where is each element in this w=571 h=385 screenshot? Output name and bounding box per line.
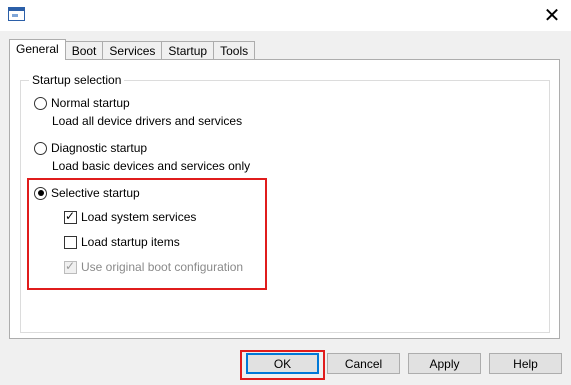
general-tab-panel: Startup selection Normal startup Load al… (9, 59, 560, 339)
checkbox-icon[interactable] (64, 235, 77, 249)
tab-general[interactable]: General (9, 39, 66, 60)
title-bar: ✕ (0, 0, 571, 31)
checkbox-label: Load startup items (81, 235, 180, 249)
normal-startup-desc: Load all device drivers and services (52, 114, 243, 128)
tab-boot[interactable]: Boot (64, 41, 104, 60)
dialog-footer: OK Cancel Apply Help (0, 345, 571, 385)
radio-icon[interactable] (34, 186, 47, 200)
startup-selection-group: Startup selection Normal startup Load al… (20, 73, 550, 333)
radio-icon[interactable] (34, 141, 47, 155)
close-button[interactable]: ✕ (541, 5, 563, 27)
tab-strip: General Boot Services Startup Tools (9, 39, 256, 60)
cancel-button[interactable]: Cancel (327, 353, 400, 374)
radio-label: Selective startup (51, 186, 140, 200)
group-label: Startup selection (29, 73, 125, 87)
diagnostic-startup-desc: Load basic devices and services only (52, 159, 251, 173)
ok-button[interactable]: OK (246, 353, 319, 374)
normal-startup-radio[interactable]: Normal startup (34, 96, 130, 110)
tab-startup[interactable]: Startup (161, 41, 215, 60)
radio-icon[interactable] (34, 96, 47, 110)
radio-label: Normal startup (51, 96, 130, 110)
diagnostic-startup-radio[interactable]: Diagnostic startup (34, 141, 147, 155)
tab-services[interactable]: Services (102, 41, 163, 60)
checkbox-label: Use original boot configuration (81, 260, 244, 274)
use-original-boot-config-checkbox: Use original boot configuration (64, 259, 244, 274)
selective-startup-radio[interactable]: Selective startup (34, 186, 140, 200)
checkbox-icon (64, 259, 77, 274)
help-button[interactable]: Help (489, 353, 562, 374)
checkbox-icon[interactable] (64, 209, 77, 224)
tab-tools[interactable]: Tools (213, 41, 256, 60)
apply-button[interactable]: Apply (408, 353, 481, 374)
load-startup-items-checkbox[interactable]: Load startup items (64, 235, 180, 249)
msconfig-icon (8, 7, 25, 21)
checkbox-label: Load system services (81, 210, 197, 224)
load-system-services-checkbox[interactable]: Load system services (64, 209, 197, 224)
radio-label: Diagnostic startup (51, 141, 148, 155)
